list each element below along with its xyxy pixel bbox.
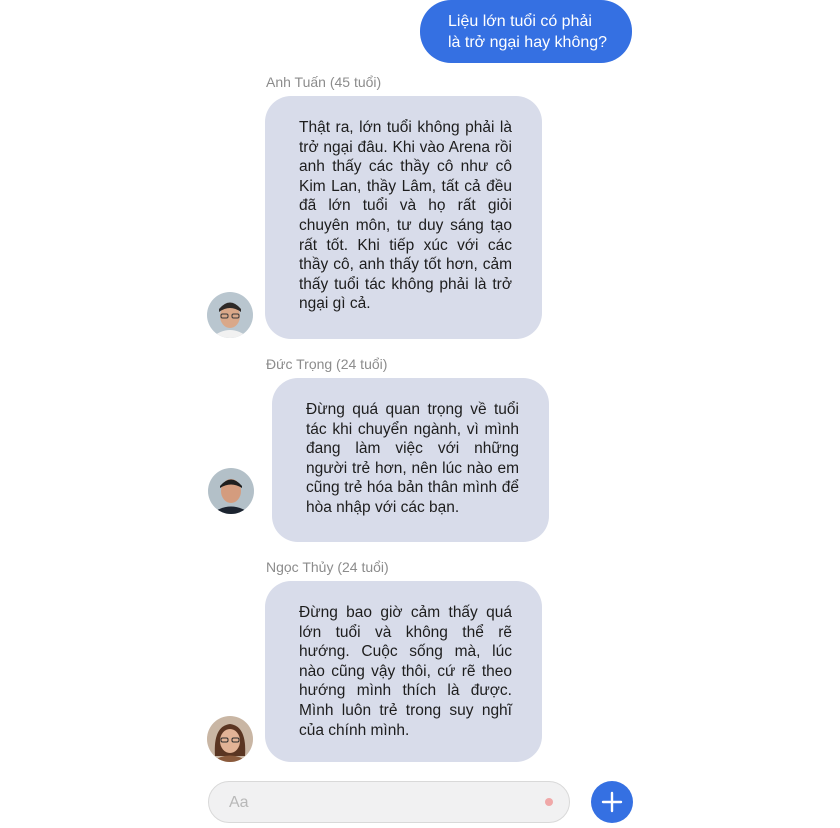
outgoing-message-text: Liệu lớn tuổi có phải là trở ngại hay kh… [448, 13, 608, 51]
avatar-photo-woman-glasses [207, 716, 253, 762]
avatar[interactable] [207, 716, 253, 762]
avatar-photo-man-glasses [207, 292, 253, 338]
sender-name: Ngọc Thủy (24 tuổi) [266, 559, 389, 575]
add-button[interactable] [591, 781, 633, 823]
sender-name: Anh Tuấn (45 tuổi) [266, 74, 382, 90]
message-text: Đừng bao giờ cảm thấy quá lớn tuổi và kh… [299, 604, 512, 739]
message-text: Đừng quá quan trọng về tuổi tác khi chuy… [306, 401, 519, 516]
sender-name: Đức Trọng (24 tuổi) [266, 356, 388, 372]
outgoing-message-bubble: Liệu lớn tuổi có phải là trở ngại hay kh… [420, 0, 632, 63]
avatar-photo-man [208, 468, 254, 514]
incoming-message-bubble: Thật ra, lớn tuổi không phải là trở ngại… [265, 96, 542, 339]
incoming-message-bubble: Đừng bao giờ cảm thấy quá lớn tuổi và kh… [265, 581, 542, 762]
message-input[interactable] [227, 782, 531, 824]
avatar[interactable] [207, 292, 253, 338]
status-dot-icon [545, 798, 553, 806]
plus-icon [601, 791, 623, 813]
message-text: Thật ra, lớn tuổi không phải là trở ngại… [299, 119, 512, 313]
avatar[interactable] [208, 468, 254, 514]
message-composer[interactable] [208, 781, 570, 824]
incoming-message-bubble: Đừng quá quan trọng về tuổi tác khi chuy… [272, 378, 549, 542]
